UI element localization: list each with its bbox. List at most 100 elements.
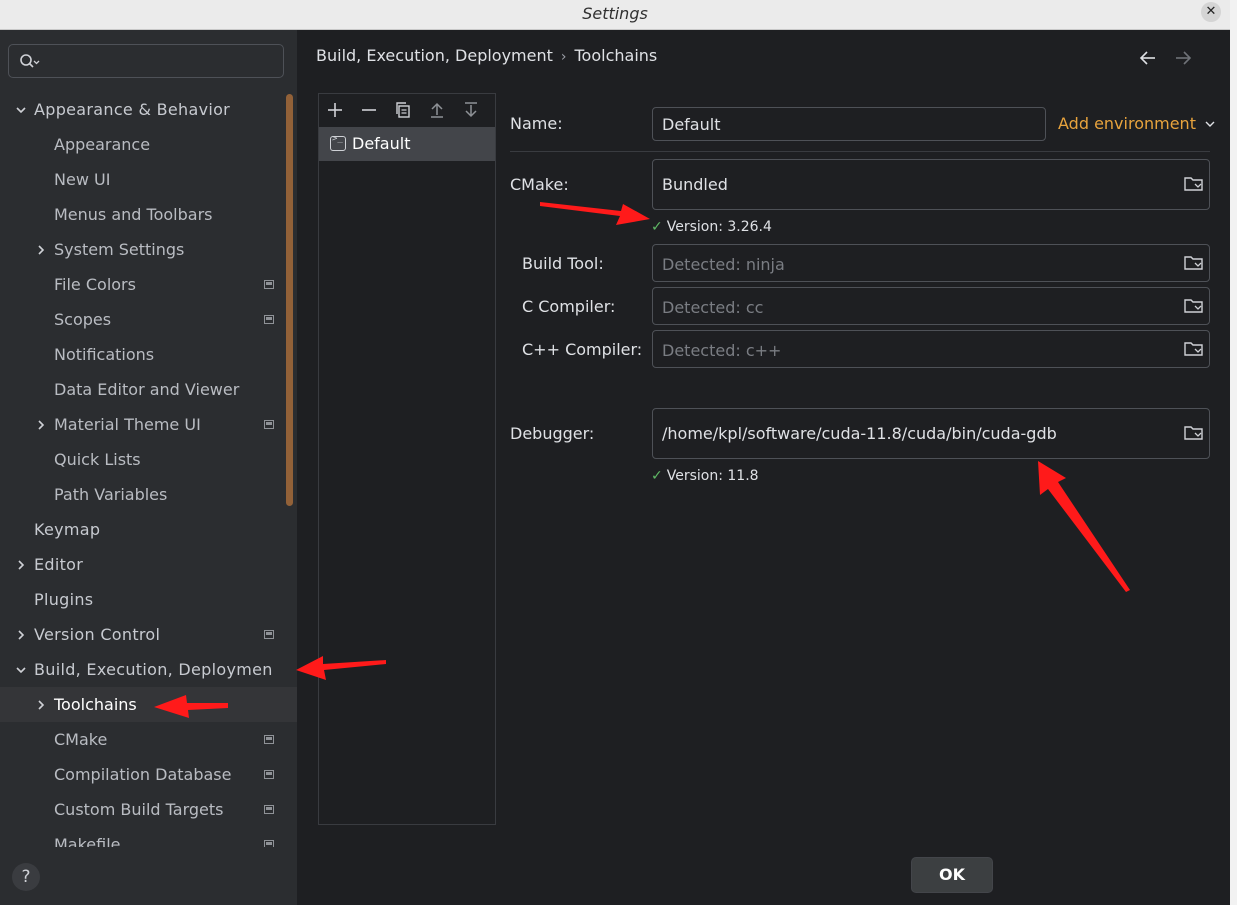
sidebar-item-label: Compilation Database xyxy=(54,765,232,784)
toolchain-item-default[interactable]: Default xyxy=(319,127,495,161)
project-settings-icon xyxy=(264,770,274,779)
sidebar-item-editor[interactable]: Editor xyxy=(0,547,297,582)
sidebar-item-label: Material Theme UI xyxy=(54,415,201,434)
back-arrow-icon[interactable] xyxy=(1139,50,1157,66)
cpp-compiler-field[interactable]: Detected: c++ xyxy=(652,330,1210,368)
sidebar-item-menus-and-toolbars[interactable]: Menus and Toolbars xyxy=(0,197,297,232)
sidebar-item-new-ui[interactable]: New UI xyxy=(0,162,297,197)
tree-chevron[interactable] xyxy=(14,652,28,687)
sidebar-item-label: Appearance & Behavior xyxy=(34,100,231,119)
folder-icon[interactable] xyxy=(1183,254,1205,272)
chevron-down-icon xyxy=(1205,121,1215,127)
chevron-right-icon[interactable] xyxy=(14,558,28,572)
folder-icon[interactable] xyxy=(1183,340,1205,358)
tree-chevron[interactable] xyxy=(14,547,28,582)
sidebar-item-label: System Settings xyxy=(54,240,185,259)
add-environment-dropdown[interactable]: Add environment xyxy=(1058,114,1216,133)
breadcrumb-parent[interactable]: Build, Execution, Deployment xyxy=(316,46,553,65)
sidebar-item-system-settings[interactable]: System Settings xyxy=(0,232,297,267)
copy-icon[interactable] xyxy=(394,101,412,119)
sidebar-item-toolchains[interactable]: Toolchains xyxy=(0,687,297,722)
sidebar-item-label: Build, Execution, Deploymen xyxy=(34,660,273,679)
cmake-value: Bundled xyxy=(662,175,728,194)
cmake-field[interactable]: Bundled xyxy=(652,159,1210,210)
build-tool-label: Build Tool: xyxy=(522,254,604,273)
name-value: Default xyxy=(662,115,721,134)
name-field[interactable]: Default xyxy=(652,107,1046,141)
tree-chevron[interactable] xyxy=(34,407,48,442)
toolchains-toolbar xyxy=(319,94,495,126)
chevron-right-icon[interactable] xyxy=(34,418,48,432)
add-icon[interactable] xyxy=(326,101,344,119)
sidebar-item-appearance[interactable]: Appearance xyxy=(0,127,297,162)
sidebar-item-label: Appearance xyxy=(54,135,151,154)
close-button[interactable]: ✕ xyxy=(1201,2,1221,22)
sidebar-item-label: Version Control xyxy=(34,625,161,644)
search-icon xyxy=(20,54,40,68)
sidebar-item-label: Notifications xyxy=(54,345,155,364)
chevron-right-icon[interactable] xyxy=(34,243,48,257)
debugger-field[interactable]: /home/kpl/software/cuda-11.8/cuda/bin/cu… xyxy=(652,408,1210,459)
sidebar-item-label: Plugins xyxy=(34,590,94,609)
form-separator xyxy=(510,151,1210,152)
move-down-icon[interactable] xyxy=(462,101,480,119)
project-settings-icon xyxy=(264,420,274,429)
sidebar-item-build-execution-deploymen[interactable]: Build, Execution, Deploymen xyxy=(0,652,297,687)
sidebar-item-scopes[interactable]: Scopes xyxy=(0,302,297,337)
sidebar-item-path-variables[interactable]: Path Variables xyxy=(0,477,297,512)
sidebar-item-label: Scopes xyxy=(54,310,112,329)
sidebar-item-notifications[interactable]: Notifications xyxy=(0,337,297,372)
ok-button[interactable]: OK xyxy=(911,857,993,893)
folder-icon[interactable] xyxy=(1183,297,1205,315)
annotation-arrow-cmake xyxy=(540,202,650,225)
chevron-right-icon[interactable] xyxy=(34,698,48,712)
project-settings-icon xyxy=(264,735,274,744)
sidebar-item-makefile[interactable]: Makefile xyxy=(0,827,297,847)
forward-arrow-icon[interactable] xyxy=(1174,50,1192,66)
debugger-version: ✓ Version: 11.8 xyxy=(651,468,759,484)
sidebar-item-compilation-database[interactable]: Compilation Database xyxy=(0,757,297,792)
sidebar-item-cmake[interactable]: CMake xyxy=(0,722,297,757)
folder-icon[interactable] xyxy=(1183,424,1205,442)
sidebar-item-material-theme-ui[interactable]: Material Theme UI xyxy=(0,407,297,442)
tree-chevron[interactable] xyxy=(14,617,28,652)
build-tool-placeholder: Detected: ninja xyxy=(662,255,785,274)
remove-icon[interactable] xyxy=(360,101,378,119)
c-compiler-placeholder: Detected: cc xyxy=(662,298,764,317)
sidebar-scrollbar[interactable] xyxy=(286,94,293,506)
build-tool-field[interactable]: Detected: ninja xyxy=(652,244,1210,282)
sidebar-item-file-colors[interactable]: File Colors xyxy=(0,267,297,302)
sidebar-item-label: Data Editor and Viewer xyxy=(54,380,240,399)
window-title: Settings xyxy=(582,4,648,23)
move-up-icon[interactable] xyxy=(428,101,446,119)
chevron-down-icon[interactable] xyxy=(14,103,28,117)
tree-chevron[interactable] xyxy=(34,232,48,267)
sidebar-item-quick-lists[interactable]: Quick Lists xyxy=(0,442,297,477)
toolchain-item-label: Default xyxy=(352,134,411,153)
sidebar-item-label: Path Variables xyxy=(54,485,168,504)
sidebar-item-custom-build-targets[interactable]: Custom Build Targets xyxy=(0,792,297,827)
sidebar-item-version-control[interactable]: Version Control xyxy=(0,617,297,652)
check-icon: ✓ xyxy=(651,219,663,235)
tree-chevron[interactable] xyxy=(14,92,28,127)
sidebar-item-label: Menus and Toolbars xyxy=(54,205,213,224)
c-compiler-label: C Compiler: xyxy=(522,297,616,316)
chevron-right-icon[interactable] xyxy=(14,628,28,642)
annotation-arrow-debugger xyxy=(1038,461,1130,592)
sidebar-item-plugins[interactable]: Plugins xyxy=(0,582,297,617)
cpp-compiler-placeholder: Detected: c++ xyxy=(662,341,782,360)
sidebar-item-keymap[interactable]: Keymap xyxy=(0,512,297,547)
folder-icon[interactable] xyxy=(1183,175,1205,193)
breadcrumb: Build, Execution, Deployment › Toolchains xyxy=(316,46,657,65)
debugger-label: Debugger: xyxy=(510,424,595,443)
tree-chevron[interactable] xyxy=(34,687,48,722)
search-input[interactable] xyxy=(8,44,284,78)
sidebar-item-label: Makefile xyxy=(54,835,121,847)
project-settings-icon xyxy=(264,630,274,639)
help-button[interactable]: ? xyxy=(12,863,40,891)
chevron-down-icon[interactable] xyxy=(14,663,28,677)
breadcrumb-separator: › xyxy=(560,49,567,65)
sidebar-item-appearance-behavior[interactable]: Appearance & Behavior xyxy=(0,92,297,127)
sidebar-item-data-editor-and-viewer[interactable]: Data Editor and Viewer xyxy=(0,372,297,407)
c-compiler-field[interactable]: Detected: cc xyxy=(652,287,1210,325)
